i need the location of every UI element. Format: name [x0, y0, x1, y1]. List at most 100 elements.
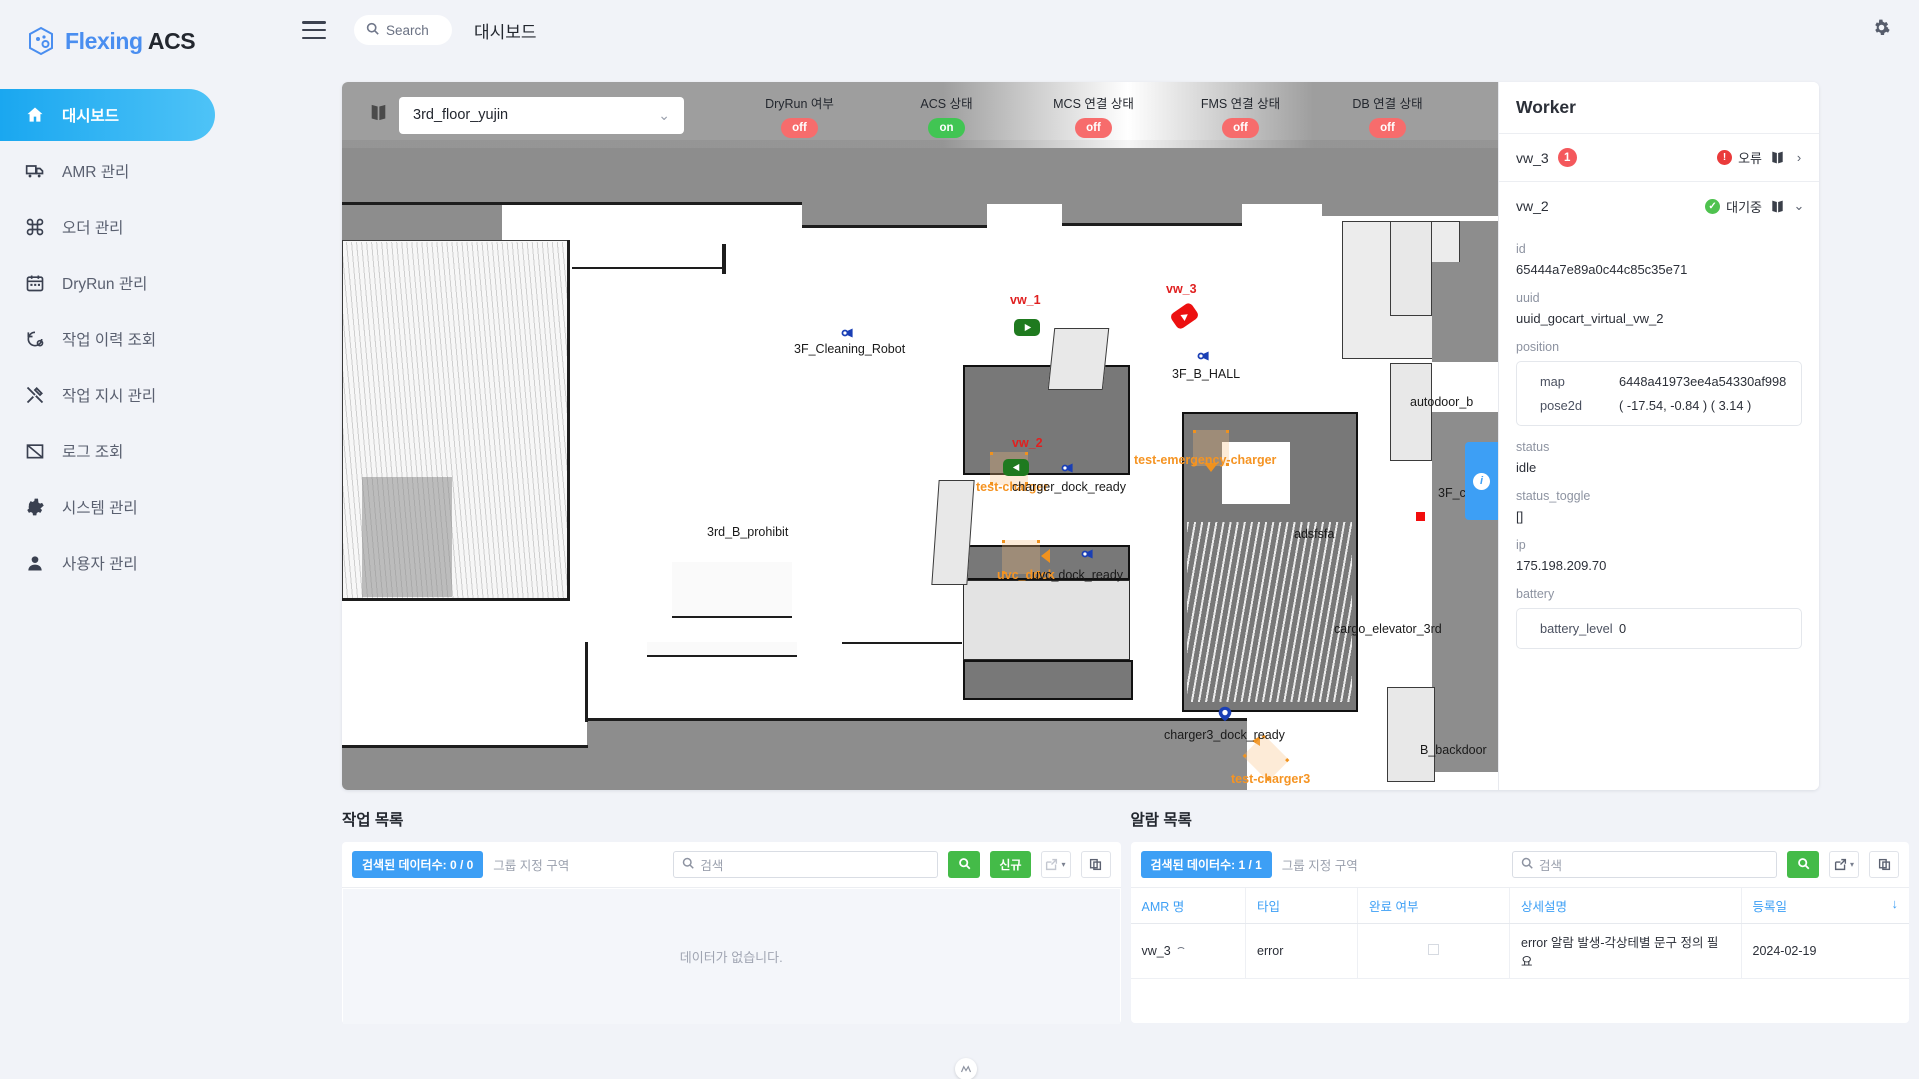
alarm-copy-button[interactable]	[1869, 851, 1899, 878]
map-book-icon[interactable]	[1771, 199, 1784, 214]
col-date[interactable]: 등록일 ↓	[1741, 888, 1909, 924]
sidebar-item-dryrun[interactable]: DryRun 관리	[0, 257, 215, 309]
detail-key-status: status	[1516, 440, 1550, 454]
worker-status: ✓ 대기중	[1705, 197, 1762, 216]
alarm-export-button[interactable]: ▾	[1829, 851, 1859, 878]
cell-detail: error 알람 발생-각상테별 문구 정의 필요	[1509, 923, 1742, 979]
status-db: DB 연결 상태 off	[1314, 93, 1461, 138]
sidebar-item-label: 오더 관리	[62, 220, 124, 237]
brand-logo-block[interactable]: Flexing ACS	[0, 0, 222, 56]
position-map-row: map 6448a41973ee4a54330af998	[1527, 374, 1791, 389]
worker-panel: Worker vw_3 1 ! 오류 › vw_2 ✓ 대기중 ⌄ id 654…	[1498, 82, 1819, 790]
worker-row-right: ! 오류 ›	[1717, 148, 1805, 167]
sidebar-item-system[interactable]: 시스템 관리	[0, 481, 215, 533]
map-label: 3rd_B_prohibit	[707, 525, 789, 539]
map-pin-charger3-dock-ready[interactable]	[1216, 705, 1234, 723]
task-search-placeholder: 검색	[700, 859, 724, 873]
map-pin-uvc-dock-ready[interactable]	[1080, 545, 1098, 563]
worker-row-vw2[interactable]: vw_2 ✓ 대기중 ⌄	[1499, 182, 1819, 230]
task-search-input[interactable]: 검색	[673, 851, 939, 878]
map-select-dropdown[interactable]: 3rd_floor_yujin ⌄	[399, 96, 684, 134]
col-detail[interactable]: 상세설명	[1509, 888, 1742, 924]
worker-row-right: ✓ 대기중 ⌄	[1705, 197, 1805, 216]
sidebar-item-label: 사용자 관리	[62, 556, 138, 573]
map-pin-charger-dock-ready[interactable]	[1060, 459, 1078, 477]
task-toolbar: 검색된 데이터수: 0 / 0 그룹 지정 구역 검색 신규 ▾	[342, 842, 1121, 888]
map-raster	[342, 82, 1498, 790]
task-copy-button[interactable]	[1080, 851, 1111, 878]
alarm-search-button[interactable]	[1787, 851, 1819, 878]
battery-level-value: 0	[1619, 621, 1627, 636]
task-search-button[interactable]	[948, 851, 981, 878]
alarm-list-card: 검색된 데이터수: 1 / 1 그룹 지정 구역 검색 ▾ AMR 명 타입 완…	[1130, 842, 1909, 1023]
sidebar-item-log[interactable]: 로그 조회	[0, 425, 215, 477]
scroll-top-button[interactable]	[955, 1058, 977, 1079]
status-fms: FMS 연결 상태 off	[1167, 93, 1314, 138]
search-icon	[1797, 857, 1810, 873]
map-select-value: 3rd_floor_yujin	[413, 107, 509, 123]
table-row[interactable]: vw_3 error error 알람 발생-각상테별 문구 정의 필요 202…	[1130, 923, 1909, 979]
sidebar-item-dashboard[interactable]: 대시보드	[0, 89, 215, 141]
sidebar-item-user[interactable]: 사용자 관리	[0, 537, 215, 589]
alarm-search-input[interactable]: 검색	[1512, 851, 1777, 878]
robot-vw-2[interactable]	[1003, 459, 1029, 476]
map-label: autodoor_b	[1410, 395, 1474, 409]
task-list-title: 작업 목록	[342, 812, 404, 829]
sort-desc-icon[interactable]: ↓	[1892, 896, 1899, 911]
task-zone-text: 그룹 지정 구역	[493, 859, 570, 873]
col-type[interactable]: 타입	[1245, 888, 1358, 924]
task-count-chip: 검색된 데이터수: 0 / 0	[352, 851, 484, 878]
map-label: charger3_dock_ready	[1164, 728, 1285, 742]
task-new-button[interactable]: 신규	[990, 851, 1031, 878]
chevron-down-icon[interactable]: ⌄	[1793, 198, 1805, 214]
map-pin-3f-b-hall[interactable]	[1196, 347, 1214, 365]
alarm-toolbar: 검색된 데이터수: 1 / 1 그룹 지정 구역 검색 ▾	[1130, 842, 1909, 888]
sidebar-item-task-order[interactable]: 작업 지시 관리	[0, 369, 215, 421]
sidebar-item-amr[interactable]: AMR 관리	[0, 145, 215, 197]
map-book-icon	[370, 103, 387, 127]
search-input[interactable]: Search	[354, 15, 452, 45]
bottom-panels: 작업 목록 검색된 데이터수: 0 / 0 그룹 지정 구역 검색 신규 ▾ 데…	[342, 808, 1909, 1025]
robot-vw-1[interactable]	[1014, 319, 1040, 336]
worker-row-vw3[interactable]: vw_3 1 ! 오류 ›	[1499, 134, 1819, 182]
flexing-hex-logo-icon	[26, 26, 56, 56]
map-label: test-charger3	[1231, 772, 1311, 786]
task-list-card: 검색된 데이터수: 0 / 0 그룹 지정 구역 검색 신규 ▾ 데이터가 없습…	[342, 842, 1121, 1024]
detail-key-position: position	[1516, 340, 1560, 354]
sidebar-item-task-history[interactable]: 작업 이력 조회	[0, 313, 215, 365]
detail-value-uuid: uuid_gocart_virtual_vw_2	[1516, 311, 1664, 326]
chevron-right-icon[interactable]: ›	[1793, 150, 1805, 165]
worker-status-label: 오류	[1738, 151, 1762, 166]
status-badge[interactable]: off	[1075, 117, 1112, 138]
alarm-count-chip: 검색된 데이터수: 1 / 1	[1140, 851, 1272, 878]
sidebar-item-label: AMR 관리	[62, 164, 130, 181]
task-export-button[interactable]: ▾	[1040, 851, 1071, 878]
map-book-icon[interactable]	[1771, 150, 1784, 165]
map-canvas[interactable]: 3F_Cleaning_Robot 3rd_B_prohibit vw_1 vw…	[342, 82, 1498, 790]
uvc-dock-arrow-icon	[1041, 549, 1050, 563]
map-info-tab[interactable]: i	[1465, 442, 1498, 520]
worker-status-label: 대기중	[1726, 199, 1762, 215]
sidebar-item-order[interactable]: 오더 관리	[0, 201, 215, 253]
task-list-panel: 작업 목록 검색된 데이터수: 0 / 0 그룹 지정 구역 검색 신규 ▾ 데…	[342, 808, 1121, 1025]
done-checkbox[interactable]	[1428, 944, 1439, 955]
settings-gear-icon[interactable]	[1872, 18, 1891, 42]
col-date-label: 등록일	[1752, 900, 1788, 914]
position-map-value: 6448a41973ee4a54330af998	[1619, 374, 1787, 389]
status-label: DB 연결 상태	[1352, 96, 1423, 111]
sidebar-item-label: 대시보드	[62, 108, 120, 125]
col-done[interactable]: 완료 여부	[1357, 888, 1510, 924]
status-badge[interactable]: off	[781, 117, 818, 138]
detail-key-battery: battery	[1516, 587, 1555, 601]
position-pose2d-key: pose2d	[1540, 398, 1582, 413]
status-badge[interactable]: off	[1222, 117, 1259, 138]
map-label: 3F_Cleaning_Robot	[794, 342, 906, 356]
sidebar-nav: 대시보드 AMR 관리 오더 관리 DryRun 관리 작업 이력 조회 작업 …	[0, 89, 222, 589]
status-badge[interactable]: on	[928, 117, 965, 138]
col-amr-name[interactable]: AMR 명	[1130, 888, 1246, 924]
status-badge[interactable]: off	[1369, 117, 1406, 138]
worker-detail: id 65444a7e89a0c44c85c35e71 uuid uuid_go…	[1499, 230, 1819, 649]
menu-toggle-icon[interactable]	[302, 21, 326, 39]
map-pin-cleaning-robot[interactable]	[840, 324, 858, 342]
search-icon	[682, 857, 695, 872]
